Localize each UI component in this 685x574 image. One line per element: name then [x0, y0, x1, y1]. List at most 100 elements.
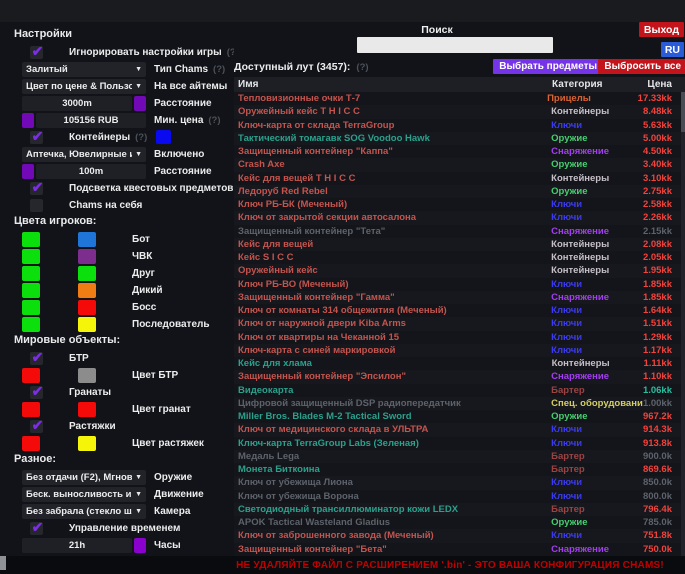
loot-row[interactable]: APOK Tactical Wasteland GladiusОружие785…: [234, 516, 685, 529]
color-swatch[interactable]: [78, 283, 96, 298]
color-swatch[interactable]: [78, 249, 96, 264]
loot-row[interactable]: Ключ от убежища ЛионаКлючи850.0k: [234, 476, 685, 489]
color-swatch[interactable]: [22, 317, 40, 332]
loot-row[interactable]: Кейс для вещейКонтейнеры2.08kk: [234, 238, 685, 251]
color-swatch[interactable]: [78, 402, 96, 417]
loot-row[interactable]: Ключ от квартиры на Чеканной 15Ключи1.29…: [234, 331, 685, 344]
loot-row[interactable]: Защищенный контейнер "Каппа"Снаряжение4.…: [234, 145, 685, 158]
language-button[interactable]: RU: [661, 42, 684, 57]
loot-row[interactable]: Тепловизионные очки Т-7Прицелы17.33kk: [234, 92, 685, 105]
color-swatch[interactable]: [22, 300, 40, 315]
loot-row[interactable]: Ключ РБ-ВО (Меченый)Ключи1.85kk: [234, 278, 685, 291]
loot-row[interactable]: Ключ от наружной двери Kiba ArmsКлючи1.5…: [234, 317, 685, 330]
loot-row[interactable]: Кейс для вещей T H I C CКонтейнеры3.10kk: [234, 172, 685, 185]
text-input[interactable]: 100m: [36, 164, 146, 179]
color-swatch[interactable]: [22, 436, 40, 451]
window-titlebar[interactable]: [0, 0, 685, 22]
color-swatch[interactable]: [78, 368, 96, 383]
color-swatch[interactable]: [22, 368, 40, 383]
color-swatch[interactable]: [22, 232, 40, 247]
color-swatch[interactable]: [134, 538, 146, 553]
color-swatch[interactable]: [78, 300, 96, 315]
loot-row[interactable]: Цифровой защищенный DSP радиопередатчикС…: [234, 397, 685, 410]
loot-row[interactable]: Ключ-карта TerraGroup Labs (Зеленая)Ключ…: [234, 437, 685, 450]
color-swatch[interactable]: [156, 130, 171, 144]
checkbox[interactable]: ✔: [30, 522, 43, 535]
item-category: Контейнеры: [551, 173, 643, 184]
column-header-name[interactable]: Имя: [234, 79, 552, 90]
checkbox[interactable]: ✔: [30, 182, 43, 195]
loot-row[interactable]: Crash AxeОружие3.40kk: [234, 158, 685, 171]
color-swatch[interactable]: [78, 436, 96, 451]
loot-row[interactable]: Ключ от закрытой секции автосалонаКлючи2…: [234, 211, 685, 224]
text-input[interactable]: 105156 RUB: [36, 113, 146, 128]
checkbox[interactable]: ✔: [30, 420, 43, 433]
dropdown[interactable]: Цвет по цене & Пользователь▼: [22, 79, 146, 94]
checkbox[interactable]: ✔: [30, 352, 43, 365]
loot-row[interactable]: Ключ-карта с синей маркировкойКлючи1.17k…: [234, 344, 685, 357]
color-swatch[interactable]: [78, 266, 96, 281]
color-swatch[interactable]: [78, 232, 96, 247]
loot-row[interactable]: Оружейный кейс T H I C CКонтейнеры8.48kk: [234, 105, 685, 118]
checkbox[interactable]: ✔: [30, 46, 43, 59]
item-price: 3.40kk: [643, 159, 685, 170]
loot-row[interactable]: Кейс S I C CКонтейнеры2.05kk: [234, 251, 685, 264]
item-price: 2.26kk: [643, 212, 685, 223]
loot-row[interactable]: Защищенный контейнер "Тета"Снаряжение2.1…: [234, 225, 685, 238]
dropdown-value: Беск. выносливость и нет уста: [26, 489, 132, 500]
color-swatch[interactable]: [22, 113, 34, 128]
scrollbar-thumb[interactable]: [681, 92, 685, 132]
loot-row[interactable]: Miller Bros. Blades M-2 Tactical SwordОр…: [234, 410, 685, 423]
column-header-category[interactable]: Категория: [552, 79, 644, 90]
loot-row[interactable]: Оружейный кейсКонтейнеры1.95kk: [234, 264, 685, 277]
loot-row[interactable]: Медаль LegaБартер900.0k: [234, 450, 685, 463]
item-category: Снаряжение: [551, 292, 643, 303]
text-input[interactable]: 21h: [22, 538, 132, 553]
loot-row[interactable]: Ледоруб Red RebelОружие2.75kk: [234, 185, 685, 198]
loot-row[interactable]: Защищенный контейнер "Бета"Снаряжение750…: [234, 543, 685, 556]
color-swatch[interactable]: [22, 402, 40, 417]
loot-row[interactable]: Светодиодный трансиллюминатор кожи LEDXБ…: [234, 503, 685, 516]
dropdown[interactable]: Залитый▼: [22, 62, 146, 77]
loot-row[interactable]: Ключ от заброшенного завода (Меченый)Клю…: [234, 529, 685, 542]
loot-row[interactable]: Ключ-карта от склада TerraGroupКлючи5.63…: [234, 119, 685, 132]
color-swatch[interactable]: [22, 283, 40, 298]
checkbox[interactable]: [30, 199, 43, 212]
color-swatch[interactable]: [22, 266, 40, 281]
loot-row[interactable]: ВидеокартаБартер1.06kk: [234, 384, 685, 397]
item-category: Контейнеры: [552, 358, 644, 369]
item-name: Ключ-карта TerraGroup Labs (Зеленая): [234, 438, 551, 449]
color-swatch[interactable]: [22, 164, 34, 179]
loot-row[interactable]: Кейс для хламаКонтейнеры1.11kk: [234, 357, 685, 370]
search-input[interactable]: [357, 37, 553, 53]
loot-row[interactable]: Ключ от комнаты 314 общежития (Меченый)К…: [234, 304, 685, 317]
checkbox[interactable]: ✔: [30, 386, 43, 399]
exit-button[interactable]: Выход: [639, 22, 684, 37]
loot-row[interactable]: Монета БиткоинаБартер869.6k: [234, 463, 685, 476]
color-swatch[interactable]: [78, 317, 96, 332]
loot-row[interactable]: Ключ от медицинского склада в УЛЬТРАКлюч…: [234, 423, 685, 436]
text-input[interactable]: 3000m: [22, 96, 132, 111]
column-header-price[interactable]: Цена: [644, 79, 685, 90]
input-label: Часы: [154, 540, 181, 551]
dropdown[interactable]: Аптечка, Ювелирные и...▼: [22, 147, 146, 162]
loot-row[interactable]: Защищенный контейнер "Эпсилон"Снаряжение…: [234, 370, 685, 383]
loot-row[interactable]: Ключ РБ-БК (Меченый)Ключи2.58kk: [234, 198, 685, 211]
chevron-down-icon: ▼: [135, 151, 142, 158]
dropdown[interactable]: Беск. выносливость и нет уста▼: [22, 487, 146, 502]
dropdown[interactable]: Без отдачи (F2), Мгновенное п▼: [22, 470, 146, 485]
color-label: Цвет гранат: [132, 404, 191, 415]
sidebar-row: ✔Управление временем: [14, 521, 234, 535]
dropdown[interactable]: Без забрала (стекло шлема)▼: [22, 504, 146, 519]
checkbox[interactable]: ✔: [30, 131, 43, 144]
item-name: Медаль Lega: [234, 451, 551, 462]
color-swatch[interactable]: [134, 96, 146, 111]
loot-row[interactable]: Защищенный контейнер "Гамма"Снаряжение1.…: [234, 291, 685, 304]
item-price: 1.29kk: [643, 332, 685, 343]
scrollbar-track[interactable]: [681, 92, 685, 556]
loot-row[interactable]: Ключ от убежища ВоронаКлючи800.0k: [234, 490, 685, 503]
loot-row[interactable]: Тактический томагавк SOG Voodoo HawkОруж…: [234, 132, 685, 145]
color-swatch[interactable]: [22, 249, 40, 264]
drop-all-button[interactable]: Выбросить все: [598, 59, 685, 74]
screen-edge-artifact: [0, 556, 6, 570]
